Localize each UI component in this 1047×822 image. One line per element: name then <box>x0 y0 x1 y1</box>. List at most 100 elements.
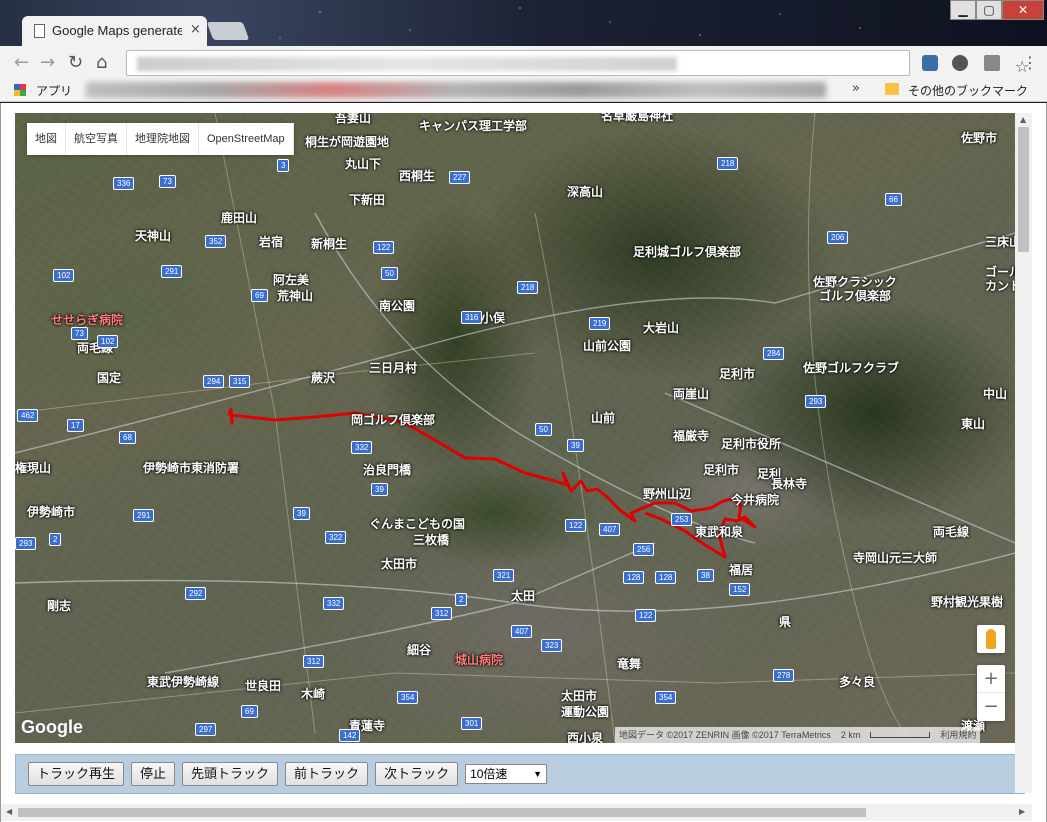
map-place-label[interactable]: 三枚橋 <box>413 531 449 548</box>
map-type-gsi[interactable]: 地理院地図 <box>127 123 199 155</box>
map-place-label[interactable]: 鹿田山 <box>221 209 257 226</box>
speed-select[interactable]: 10倍速 ▼ <box>465 764 548 784</box>
map-place-label[interactable]: 吾妻山 <box>335 113 371 126</box>
map-place-label[interactable]: 両崖山 <box>673 385 709 402</box>
map-place-label[interactable]: 山前公園 <box>583 337 631 354</box>
map-place-label[interactable]: 佐野ゴルフクラブ <box>803 359 899 376</box>
map-place-label[interactable]: 中山 <box>983 385 1007 402</box>
map-place-label[interactable]: 桐生が岡遊園地 <box>305 133 389 150</box>
map-place-label[interactable]: 足利城ゴルフ倶楽部 <box>633 243 741 260</box>
map-place-label[interactable]: 三床山 <box>985 233 1015 250</box>
extension-icon[interactable] <box>952 55 968 71</box>
apps-grid-icon[interactable] <box>14 84 26 96</box>
next-track-button[interactable]: 次トラック <box>375 762 459 786</box>
map-place-label[interactable]: 東武伊勢崎線 <box>147 673 219 690</box>
map-place-label[interactable]: 伊勢崎市東消防署 <box>143 459 239 476</box>
street-view-pegman-icon[interactable] <box>977 625 1005 653</box>
map-place-label[interactable]: 世良田 <box>245 677 281 694</box>
map-place-label[interactable]: 両毛線 <box>933 523 969 540</box>
map-place-label[interactable]: 福厳寺 <box>673 427 709 444</box>
zoom-out-button[interactable]: − <box>977 693 1005 721</box>
scroll-right-icon[interactable]: ▶ <box>1019 807 1025 816</box>
map-place-label[interactable]: 多々良 <box>839 673 875 690</box>
map-place-label[interactable]: 太田市 <box>561 687 597 704</box>
map-place-label[interactable]: 足利市 <box>719 365 755 382</box>
terms-link[interactable]: 利用規約 <box>940 727 976 743</box>
map-place-label[interactable]: 野村観光果樹 <box>931 593 1003 610</box>
new-tab-button[interactable] <box>206 22 250 40</box>
map-place-label[interactable]: 深高山 <box>567 183 603 200</box>
map-place-label[interactable]: 太田 <box>511 587 535 604</box>
map-place-label[interactable]: 佐野市 <box>961 129 997 146</box>
map-place-label[interactable]: 足利市役所 <box>721 435 781 452</box>
back-icon[interactable]: ← <box>14 52 29 73</box>
map-place-label[interactable]: 新桐生 <box>311 235 347 252</box>
map-place-label[interactable]: 福居 <box>729 561 753 578</box>
map-place-label[interactable]: 蕨沢 <box>311 369 335 386</box>
forward-icon[interactable]: → <box>40 52 55 73</box>
scale-label[interactable]: 2 km <box>841 727 861 743</box>
map-place-label[interactable]: 山前 <box>591 409 615 426</box>
map-place-label[interactable]: 長林寺 <box>771 475 807 492</box>
map-place-label[interactable]: 西小泉 <box>567 729 603 743</box>
map-place-label[interactable]: 丸山下 <box>345 155 381 172</box>
minimize-button[interactable]: ▁ <box>950 0 976 20</box>
map-place-label[interactable]: 大岩山 <box>643 319 679 336</box>
map-place-label[interactable]: 東山 <box>961 415 985 432</box>
extension-icon[interactable] <box>922 55 938 71</box>
map-place-label[interactable]: 小俣 <box>481 309 505 326</box>
close-window-button[interactable]: ✕ <box>1002 0 1044 20</box>
stop-button[interactable]: 停止 <box>131 762 176 786</box>
map-type-osm[interactable]: OpenStreetMap <box>199 123 294 155</box>
browser-menu-icon[interactable]: ⋮ <box>1022 53 1038 72</box>
map-place-label[interactable]: 天神山 <box>135 227 171 244</box>
vertical-scrollbar[interactable]: ▲ <box>1015 113 1032 793</box>
zoom-in-button[interactable]: + <box>977 665 1005 693</box>
map-place-label[interactable]: 野州山辺 <box>643 485 691 502</box>
bookmarks-overflow-icon[interactable]: » <box>852 81 860 96</box>
map-place-label[interactable]: 名草嚴島神社 <box>601 113 673 124</box>
map-place-label[interactable]: 足利市 <box>703 461 739 478</box>
extension-icon[interactable] <box>984 55 1000 71</box>
map-view[interactable]: 地図 航空写真 地理院地図 OpenStreetMap 吾妻山 キャンパス理工学部… <box>15 113 1015 743</box>
map-place-label[interactable]: 南公園 <box>379 297 415 314</box>
horizontal-scrollbar[interactable]: ◀ ▶ <box>1 804 1032 821</box>
first-track-button[interactable]: 先頭トラック <box>182 762 279 786</box>
map-place-label[interactable]: 国定 <box>97 369 121 386</box>
map-place-label[interactable]: ゴルフ倶楽部 <box>819 287 891 304</box>
map-type-map[interactable]: 地図 <box>27 123 66 155</box>
map-place-label[interactable]: 城山病院 <box>455 651 503 668</box>
browser-tab-active[interactable]: Google Maps generate × <box>22 16 207 46</box>
map-place-label[interactable]: 太田市 <box>381 555 417 572</box>
map-place-label[interactable]: 下新田 <box>349 191 385 208</box>
map-place-label[interactable]: 三日月村 <box>369 359 417 376</box>
address-bar[interactable]: ☆ <box>126 50 1029 76</box>
map-place-label[interactable]: 権現山 <box>15 459 51 476</box>
prev-track-button[interactable]: 前トラック <box>285 762 369 786</box>
map-place-label[interactable]: 寺岡山元三大師 <box>853 549 937 566</box>
map-place-label[interactable]: 細谷 <box>407 641 431 658</box>
map-place-label[interactable]: 県 <box>779 613 791 630</box>
map-place-label[interactable]: ぐんまこどもの国 <box>369 515 465 532</box>
scroll-left-icon[interactable]: ◀ <box>6 807 12 816</box>
play-track-button[interactable]: トラック再生 <box>28 762 125 786</box>
reload-icon[interactable]: ↻ <box>68 52 83 73</box>
horizontal-scroll-thumb[interactable] <box>18 808 866 817</box>
map-type-satellite[interactable]: 航空写真 <box>66 123 127 155</box>
map-place-label[interactable]: 剛志 <box>47 597 71 614</box>
map-place-label[interactable]: キャンパス理工学部 <box>419 117 527 134</box>
map-place-label[interactable]: 荒神山 <box>277 287 313 304</box>
map-place-label[interactable]: 治良門橋 <box>363 461 411 478</box>
map-place-label[interactable]: 阿左美 <box>273 271 309 288</box>
map-place-label[interactable]: 運動公園 <box>561 703 609 720</box>
map-place-label[interactable]: 岡ゴルフ倶楽部 <box>351 411 435 428</box>
map-place-label[interactable]: 岩宿 <box>259 233 283 250</box>
map-place-label[interactable]: 木崎 <box>301 685 325 702</box>
map-place-label[interactable]: 西桐生 <box>399 167 435 184</box>
map-place-label[interactable]: 今井病院 <box>731 491 779 508</box>
home-icon[interactable]: ⌂ <box>96 52 107 73</box>
map-place-label[interactable]: 伊勢崎市 <box>27 503 75 520</box>
map-place-label[interactable]: カントリー <box>985 277 1015 294</box>
tab-close-icon[interactable]: × <box>190 22 201 37</box>
apps-link[interactable]: アプリ <box>36 82 72 99</box>
